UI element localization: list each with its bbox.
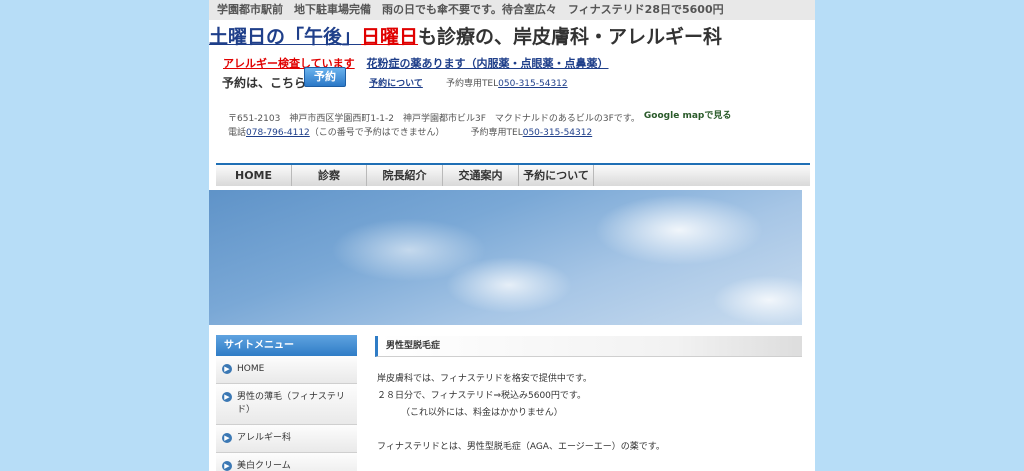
headline-clinic-name: も診療の、岸皮膚科・アレルギー科: [418, 26, 723, 48]
reservation-label: 予約は、こちら: [222, 76, 307, 90]
address-line-1: 〒651-2103 神戸市西区学園西町1-1-2 神戸学園都市ビル3F マクドナ…: [228, 111, 731, 126]
reservation-tel-label: 予約専用TEL: [445, 79, 499, 89]
nav-reservation[interactable]: 予約について: [519, 165, 594, 186]
content-title: 男性型脱毛症: [375, 336, 802, 357]
arrow-right-icon: ▶: [222, 433, 232, 443]
nav-director[interactable]: 院長紹介: [367, 165, 443, 186]
page-headline: 土曜日の「午後」日曜日も診療の、岸皮膚科・アレルギー科: [209, 22, 722, 49]
main-content: 男性型脱毛症 岸皮膚科では、フィナステリドを格安で提供中です。 ２８日分で、フィ…: [375, 336, 802, 456]
address-line-2: 電話078-796-4112（この番号で予約はできません） 予約専用TEL050-…: [228, 126, 731, 140]
address-text: 〒651-2103 神戸市西区学園西町1-1-2 神戸学園都市ビル3F マクドナ…: [228, 114, 640, 124]
phone-label: 電話: [228, 128, 247, 138]
nav-home[interactable]: HOME: [216, 165, 292, 186]
notice-line: アレルギー検査しています 花粉症の薬あります（内服薬・点眼薬・点鼻薬）: [223, 55, 609, 71]
sidebar-title: サイトメニュー: [216, 335, 357, 356]
address-tel-label: 予約専用TEL: [470, 128, 523, 138]
content-line-4: フィナステリドとは、男性型脱毛症（AGA、エージーエー）の薬です。: [377, 442, 665, 452]
reservation-tel: 予約専用TEL050-315-54312: [446, 79, 568, 89]
arrow-right-icon: ▶: [222, 392, 232, 402]
content-body: 岸皮膚科では、フィナステリドを格安で提供中です。 ２８日分で、フィナステリド⇒税…: [375, 371, 802, 456]
pollen-medicine-link[interactable]: 花粉症の薬あります（内服薬・点眼薬・点鼻薬）: [367, 57, 609, 70]
reserve-button[interactable]: 予約: [304, 66, 347, 87]
top-info-bar: 学園都市駅前 地下駐車場完備 雨の日でも傘不要です。待合室広々 フィナステリド2…: [209, 0, 815, 20]
content-line-1: 岸皮膚科では、フィナステリドを格安で提供中です。: [377, 374, 592, 384]
sidebar-item-label: 男性の薄毛（フィナステリド）: [237, 392, 345, 415]
sidebar-item-whitening[interactable]: ▶ 美白クリーム: [216, 453, 357, 471]
address-tel-link[interactable]: 050-315-54312: [523, 128, 592, 138]
address-block: 〒651-2103 神戸市西区学園西町1-1-2 神戸学園都市ビル3F マクドナ…: [228, 111, 731, 140]
sidebar-menu: サイトメニュー ▶ HOME ▶ 男性の薄毛（フィナステリド） ▶ アレルギー科 ▶ 美…: [216, 335, 357, 471]
phone-link[interactable]: 078-796-4112: [246, 128, 310, 138]
sidebar-item-finasteride[interactable]: ▶ 男性の薄毛（フィナステリド）: [216, 384, 357, 425]
main-nav: HOME 診察 院長紹介 交通案内 予約について: [216, 163, 810, 186]
sidebar-item-allergy[interactable]: ▶ アレルギー科: [216, 425, 357, 453]
nav-examination[interactable]: 診察: [292, 165, 367, 186]
sidebar-item-label: HOME: [237, 364, 265, 374]
sidebar-item-label: 美白クリーム: [237, 461, 291, 471]
google-map-link[interactable]: Google mapで見る: [644, 111, 731, 121]
phone-note: （この番号で予約はできません）: [309, 128, 445, 138]
arrow-right-icon: ▶: [222, 364, 232, 374]
nav-access[interactable]: 交通案内: [443, 165, 519, 186]
reservation-tel-link[interactable]: 050-315-54312: [498, 79, 567, 89]
sidebar-item-label: アレルギー科: [237, 433, 292, 443]
sky-hero-image: [209, 190, 802, 325]
reservation-row: 予約は、こちら 予約 予約について 予約専用TEL050-315-54312: [222, 66, 568, 98]
headline-sunday: 日曜日: [361, 26, 419, 48]
page: 学園都市駅前 地下駐車場完備 雨の日でも傘不要です。待合室広々 フィナステリド2…: [209, 0, 815, 471]
sidebar-item-home[interactable]: ▶ HOME: [216, 356, 357, 384]
headline-saturday: 土曜日の「午後」: [209, 26, 362, 48]
content-line-2: ２８日分で、フィナステリド⇒税込み5600円です。: [377, 391, 587, 401]
arrow-right-icon: ▶: [222, 461, 232, 471]
reservation-about-link[interactable]: 予約について: [369, 79, 423, 89]
content-line-3: （これ以外には、料金はかかりません）: [401, 408, 563, 418]
